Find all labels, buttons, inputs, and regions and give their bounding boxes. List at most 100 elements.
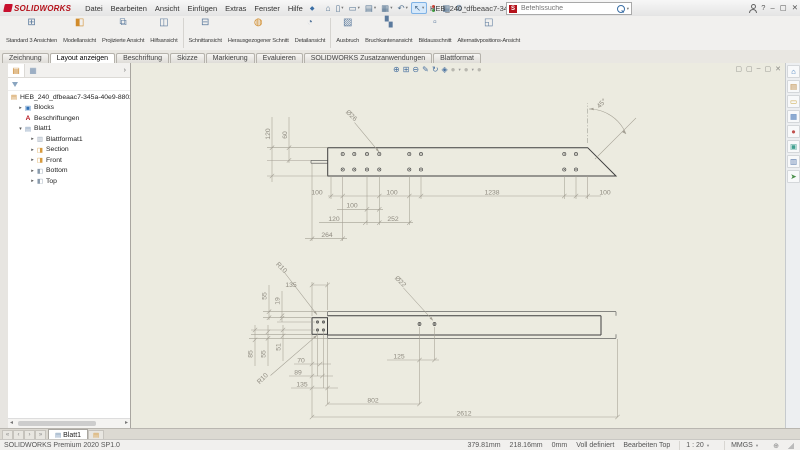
detail-view-button[interactable]: ◔Detailansicht bbox=[292, 16, 329, 50]
appearances-icon[interactable]: ● bbox=[787, 125, 800, 138]
minimize-button[interactable]: – bbox=[770, 0, 774, 16]
scenes-icon[interactable]: ▣ bbox=[787, 140, 800, 153]
chevron-down-icon[interactable]: ▾ bbox=[472, 67, 474, 73]
model-view-button[interactable]: ◧Modellansicht bbox=[60, 16, 99, 50]
display-style-icon[interactable]: ● bbox=[451, 65, 456, 74]
graphics-area[interactable]: 120 60 Ø26 45° 100 100 1238 100 100 120 … bbox=[131, 63, 785, 428]
collapse-arrow-icon[interactable]: ▾ bbox=[17, 126, 24, 132]
open-button[interactable]: ▭▾ bbox=[347, 3, 362, 13]
tree-item-beschriftungen[interactable]: A Beschriftungen bbox=[8, 113, 130, 124]
doc-restore-icon[interactable]: ▢ bbox=[765, 65, 772, 73]
tree-item-blattformat1[interactable]: ▸ ▥ Blattformat1 bbox=[8, 134, 130, 145]
units-dropdown[interactable]: MMGS ▾ bbox=[724, 441, 764, 450]
expand-arrow-icon[interactable]: ▸ bbox=[29, 147, 36, 153]
file-explorer-icon[interactable]: ▭ bbox=[787, 95, 800, 108]
hide-show-items-icon[interactable]: ● bbox=[464, 65, 469, 74]
zoom-to-area-icon[interactable]: ⊞ bbox=[403, 65, 410, 74]
break-view-button[interactable]: ▚Bruchkantenansicht bbox=[362, 16, 415, 50]
tree-item-blatt1[interactable]: ▾ ▤ Blatt1 bbox=[8, 124, 130, 135]
tree-item-bottom[interactable]: ▸ ◧ Bottom bbox=[8, 166, 130, 177]
tree-item-front[interactable]: ▸ ◨ Front bbox=[8, 155, 130, 166]
auxiliary-view-button[interactable]: ◫Hilfsansicht bbox=[147, 16, 180, 50]
custom-properties-icon[interactable]: ▥ bbox=[787, 155, 800, 168]
menu-datei[interactable]: Datei bbox=[81, 3, 107, 14]
solidworks-resources-icon[interactable]: ⌂ bbox=[787, 65, 800, 78]
doc-minimize-icon[interactable]: – bbox=[757, 65, 761, 73]
menu-fenster[interactable]: Fenster bbox=[250, 3, 283, 14]
expand-arrow-icon[interactable]: ▸ bbox=[29, 168, 36, 174]
home-button[interactable]: ⌂ bbox=[323, 3, 332, 13]
3d-drawing-view-icon[interactable]: ◈ bbox=[442, 65, 448, 74]
broken-out-section-button[interactable]: ▨Ausbruch bbox=[333, 16, 362, 50]
feature-tree: ▤ HEB_240_dfbeaac7-345a-40e9-8802-9a9f ▸… bbox=[8, 91, 130, 187]
crop-view-button[interactable]: ▫Bildausschnitt bbox=[415, 16, 454, 50]
sheet-scale-dropdown[interactable]: 1 : 20 ▾ bbox=[679, 441, 715, 450]
panel-horizontal-scrollbar[interactable]: ◂ ▸ bbox=[8, 418, 130, 428]
design-library-icon[interactable]: ▤ bbox=[787, 80, 800, 93]
drawing-sheet[interactable]: 120 60 Ø26 45° 100 100 1238 100 100 120 … bbox=[131, 63, 785, 428]
forum-icon[interactable]: ➤ bbox=[787, 170, 800, 183]
section-view-button[interactable]: ⊟Schnittansicht bbox=[186, 16, 225, 50]
resize-grip[interactable] bbox=[788, 443, 794, 449]
print-button[interactable]: ▦▾ bbox=[379, 3, 394, 13]
menu-bearbeiten[interactable]: Bearbeiten bbox=[107, 3, 151, 14]
tree-root[interactable]: ▤ HEB_240_dfbeaac7-345a-40e9-8802-9a9f bbox=[8, 92, 130, 103]
tree-item-section[interactable]: ▸ ◨ Section bbox=[8, 145, 130, 156]
redraw-icon[interactable]: ↻ bbox=[432, 65, 439, 74]
pin-menu-icon[interactable]: ◆ bbox=[310, 5, 315, 12]
expand-arrow-icon[interactable]: ▸ bbox=[29, 136, 36, 142]
select-tool-button[interactable]: ↖▾ bbox=[411, 2, 427, 14]
tree-item-blocks[interactable]: ▸ ▣ Blocks bbox=[8, 103, 130, 114]
sheet-options-icon[interactable]: ● bbox=[477, 65, 482, 74]
user-account-icon[interactable] bbox=[748, 4, 756, 12]
scroll-left-icon[interactable]: ◂ bbox=[10, 419, 13, 428]
tab-blattformat[interactable]: Blattformat bbox=[433, 53, 481, 63]
menu-hilfe[interactable]: Hilfe bbox=[284, 3, 307, 14]
tab-zusatzanwendungen[interactable]: SOLIDWORKS Zusatzanwendungen bbox=[304, 53, 432, 63]
alternate-position-view-button[interactable]: ◱Alternativpositions-Ansicht bbox=[454, 16, 523, 50]
pane-icon[interactable]: ▢ bbox=[746, 65, 753, 73]
menu-ansicht[interactable]: Ansicht bbox=[151, 3, 184, 14]
save-button[interactable]: ▤▾ bbox=[363, 3, 378, 13]
tree-item-top[interactable]: ▸ ◧ Top bbox=[8, 176, 130, 187]
expand-arrow-icon[interactable]: ▸ bbox=[17, 105, 24, 111]
maximize-button[interactable]: ▢ bbox=[780, 0, 787, 16]
undo-button[interactable]: ↶▾ bbox=[395, 3, 409, 13]
scroll-right-icon[interactable]: ▸ bbox=[125, 419, 128, 428]
scrollbar-thumb[interactable] bbox=[18, 421, 96, 426]
heads-up-view-toolbar: ⊕ ⊞ ⊖ ✎ ↻ ◈ ●▾ ●▾ ● bbox=[393, 65, 482, 74]
property-manager-tab[interactable]: ▦ bbox=[25, 64, 41, 77]
tab-evaluieren[interactable]: Evaluieren bbox=[256, 53, 303, 63]
removed-section-button[interactable]: ◍Herausgezogener Schnitt bbox=[225, 16, 292, 50]
view-palette-icon[interactable]: ▦ bbox=[787, 110, 800, 123]
zoom-icon[interactable]: ⊖ bbox=[412, 65, 419, 74]
tab-zeichnung[interactable]: Zeichnung bbox=[2, 53, 49, 63]
projected-view-button[interactable]: ⧉Projizierte Ansicht bbox=[99, 16, 147, 50]
feature-manager-tab[interactable]: ▤ bbox=[8, 64, 25, 77]
globe-icon[interactable]: ⊕ bbox=[773, 442, 779, 450]
tab-skizze[interactable]: Skizze bbox=[170, 53, 205, 63]
standard-3-views-button[interactable]: ⊞Standard 3 Ansichten bbox=[3, 16, 60, 50]
doc-close-icon[interactable]: ✕ bbox=[775, 65, 781, 73]
chevron-down-icon[interactable]: ▾ bbox=[459, 67, 461, 73]
expand-arrow-icon[interactable]: ▸ bbox=[29, 178, 36, 184]
command-search[interactable]: S ▾ bbox=[506, 2, 632, 15]
tab-markierung[interactable]: Markierung bbox=[206, 53, 255, 63]
expand-arrow-icon[interactable]: ▸ bbox=[29, 157, 36, 163]
pane-icon[interactable]: ▢ bbox=[735, 65, 742, 73]
help-button[interactable]: ? bbox=[761, 0, 765, 16]
tree-filter[interactable] bbox=[8, 78, 130, 91]
menu-einfuegen[interactable]: Einfügen bbox=[184, 3, 222, 14]
tab-beschriftung[interactable]: Beschriftung bbox=[116, 53, 169, 63]
zoom-to-fit-icon[interactable]: ⊕ bbox=[393, 65, 400, 74]
search-input[interactable] bbox=[519, 4, 617, 13]
menu-extras[interactable]: Extras bbox=[221, 3, 250, 14]
close-button[interactable]: ✕ bbox=[792, 0, 798, 16]
chevron-down-icon[interactable]: ▾ bbox=[627, 6, 629, 12]
panel-flyout-arrow[interactable]: › bbox=[120, 67, 130, 74]
tab-layout-anzeigen[interactable]: Layout anzeigen bbox=[50, 53, 115, 63]
edit-sheet-icon[interactable]: ✎ bbox=[422, 65, 429, 74]
task-pane: ⌂ ▤ ▭ ▦ ● ▣ ▥ ➤ bbox=[785, 63, 800, 428]
new-document-button[interactable]: ▯▾ bbox=[334, 3, 346, 13]
search-magnifier-icon[interactable] bbox=[617, 5, 625, 13]
